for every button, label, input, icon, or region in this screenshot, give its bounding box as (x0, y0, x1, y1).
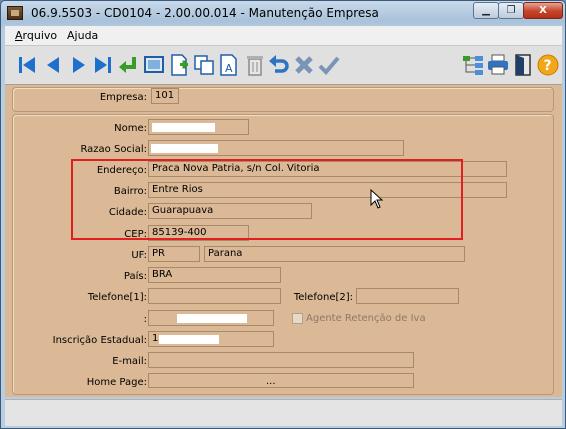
mouse-cursor-icon (370, 189, 384, 209)
uf-name-field[interactable]: Parana (204, 246, 465, 262)
uf-code-field[interactable]: PR (148, 246, 200, 262)
home-page-label: Home Page: (86, 377, 147, 388)
toolbar: A ? (5, 46, 562, 85)
redaction-mask (152, 123, 215, 132)
print-icon[interactable] (486, 53, 510, 77)
agente-retencao-checkbox[interactable] (292, 313, 303, 324)
next-record-icon[interactable] (67, 53, 91, 77)
last-record-icon[interactable] (91, 53, 115, 77)
enter-icon[interactable] (116, 53, 140, 77)
redaction-mask (151, 144, 218, 153)
telefone2-field[interactable] (356, 288, 459, 304)
restore-button[interactable]: ❐ (498, 2, 524, 19)
app-icon (7, 6, 23, 20)
preview-icon[interactable] (142, 53, 166, 77)
copy-icon[interactable] (192, 53, 216, 77)
minimize-button[interactable]: ▁ (473, 2, 499, 19)
window-title: 06.9.5503 - CD0104 - 2.00.00.014 - Manut… (31, 6, 379, 20)
inscricao-estadual-field[interactable]: 1 (148, 331, 274, 347)
inscricao-estadual-label: Inscrição Estadual: (52, 335, 147, 346)
close-button[interactable]: X (523, 2, 563, 19)
application-window: 06.9.5503 - CD0104 - 2.00.00.014 - Manut… (0, 0, 566, 429)
nome-label: Nome: (114, 123, 147, 134)
email-label: E-mail: (112, 356, 147, 367)
edit-document-icon[interactable]: A (217, 53, 241, 77)
menu-arquivo[interactable]: Arquivo (15, 29, 57, 42)
status-bar (5, 399, 562, 426)
first-record-icon[interactable] (15, 53, 39, 77)
previous-record-icon[interactable] (41, 53, 65, 77)
nome-field[interactable] (148, 119, 249, 135)
title-bar[interactable]: 06.9.5503 - CD0104 - 2.00.00.014 - Manut… (1, 1, 565, 25)
menu-bar: Arquivo Ajuda (5, 26, 562, 46)
masked-field[interactable] (148, 310, 274, 326)
redaction-mask (177, 314, 247, 323)
razao-social-label: Razao Social: (80, 144, 147, 155)
pais-label: País: (123, 271, 147, 282)
telefone2-label: Telefone[2]: (293, 292, 353, 303)
email-field[interactable] (148, 352, 414, 368)
delete-icon[interactable] (243, 53, 267, 77)
pais-field[interactable]: BRA (148, 267, 281, 283)
svg-text:?: ? (544, 58, 552, 74)
confirm-icon[interactable] (317, 53, 341, 77)
cancel-icon[interactable] (292, 53, 316, 77)
telefone1-label: Telefone[1]: (87, 292, 147, 303)
agente-retencao-label: Agente Retenção de Iva (306, 313, 426, 324)
tree-icon[interactable] (461, 53, 485, 77)
redaction-mask (159, 335, 219, 344)
home-page-value: ... (266, 376, 276, 387)
exit-icon[interactable] (511, 53, 535, 77)
help-icon[interactable]: ? (536, 53, 560, 77)
empresa-field[interactable]: 101 (151, 88, 179, 104)
razao-social-field[interactable] (148, 140, 404, 156)
menu-ajuda[interactable]: Ajuda (67, 29, 98, 42)
telefone1-field[interactable] (148, 288, 281, 304)
highlight-box (71, 159, 463, 240)
uf-label: UF: (131, 250, 147, 261)
undo-icon[interactable] (267, 53, 291, 77)
new-document-icon[interactable] (167, 53, 191, 77)
empresa-label: Empresa: (99, 92, 147, 103)
home-page-field[interactable]: ... (148, 373, 414, 388)
masked-field-label: : (143, 314, 147, 325)
inscricao-estadual-value: 1 (152, 333, 159, 344)
svg-text:A: A (225, 62, 233, 75)
